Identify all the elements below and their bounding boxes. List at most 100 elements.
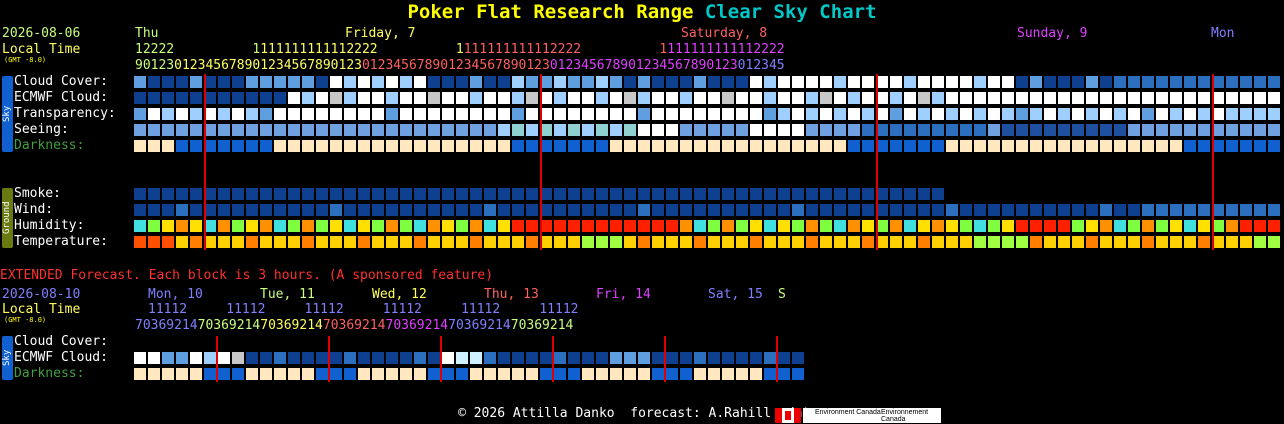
ext-darkness-block[interactable] bbox=[386, 368, 398, 380]
humidity-block[interactable] bbox=[218, 220, 230, 232]
wind-block[interactable] bbox=[666, 204, 678, 216]
darkness-block[interactable] bbox=[162, 140, 174, 152]
wind-block[interactable] bbox=[176, 204, 188, 216]
ecmwf-cloud-block[interactable] bbox=[638, 92, 650, 104]
ecmwf-cloud-block[interactable] bbox=[1044, 92, 1056, 104]
wind-block[interactable] bbox=[932, 204, 944, 216]
ext-ecmwf-block[interactable] bbox=[554, 352, 566, 364]
ext-darkness-block[interactable] bbox=[218, 368, 230, 380]
transparency-block[interactable] bbox=[722, 108, 734, 120]
humidity-block[interactable] bbox=[750, 220, 762, 232]
ext-ecmwf-block[interactable] bbox=[484, 352, 496, 364]
darkness-block[interactable] bbox=[414, 140, 426, 152]
smoke-block[interactable] bbox=[652, 188, 664, 200]
ext-ecmwf-block[interactable] bbox=[498, 352, 510, 364]
smoke-block[interactable] bbox=[274, 188, 286, 200]
cloud-cover-block[interactable] bbox=[946, 76, 958, 88]
ecmwf-cloud-block[interactable] bbox=[904, 92, 916, 104]
cloud-cover-block[interactable] bbox=[680, 76, 692, 88]
seeing-block[interactable] bbox=[498, 124, 510, 136]
seeing-block[interactable] bbox=[834, 124, 846, 136]
cloud-cover-block[interactable] bbox=[554, 76, 566, 88]
humidity-block[interactable] bbox=[372, 220, 384, 232]
transparency-block[interactable] bbox=[554, 108, 566, 120]
cloud-cover-block[interactable] bbox=[862, 76, 874, 88]
temperature-block[interactable] bbox=[414, 236, 426, 248]
ecmwf-cloud-block[interactable] bbox=[1128, 92, 1140, 104]
ecmwf-cloud-block[interactable] bbox=[316, 92, 328, 104]
wind-block[interactable] bbox=[974, 204, 986, 216]
cloud-cover-block[interactable] bbox=[806, 76, 818, 88]
wind-block[interactable] bbox=[610, 204, 622, 216]
ecmwf-cloud-block[interactable] bbox=[470, 92, 482, 104]
humidity-block[interactable] bbox=[1044, 220, 1056, 232]
temperature-block[interactable] bbox=[372, 236, 384, 248]
smoke-block[interactable] bbox=[666, 188, 678, 200]
temperature-block[interactable] bbox=[302, 236, 314, 248]
wind-block[interactable] bbox=[722, 204, 734, 216]
transparency-block[interactable] bbox=[526, 108, 538, 120]
transparency-block[interactable] bbox=[988, 108, 1000, 120]
smoke-block[interactable] bbox=[904, 188, 916, 200]
cloud-cover-block[interactable] bbox=[484, 76, 496, 88]
cloud-cover-block[interactable] bbox=[148, 76, 160, 88]
humidity-block[interactable] bbox=[1016, 220, 1028, 232]
temperature-block[interactable] bbox=[624, 236, 636, 248]
ext-ecmwf-block[interactable] bbox=[148, 352, 160, 364]
ecmwf-cloud-block[interactable] bbox=[596, 92, 608, 104]
ext-darkness-block[interactable] bbox=[414, 368, 426, 380]
temperature-block[interactable] bbox=[722, 236, 734, 248]
ext-ecmwf-block[interactable] bbox=[218, 352, 230, 364]
seeing-block[interactable] bbox=[792, 124, 804, 136]
humidity-block[interactable] bbox=[792, 220, 804, 232]
temperature-block[interactable] bbox=[862, 236, 874, 248]
cloud-cover-block[interactable] bbox=[666, 76, 678, 88]
wind-block[interactable] bbox=[820, 204, 832, 216]
ext-darkness-block[interactable] bbox=[456, 368, 468, 380]
humidity-block[interactable] bbox=[638, 220, 650, 232]
ecmwf-cloud-block[interactable] bbox=[918, 92, 930, 104]
cloud-cover-block[interactable] bbox=[792, 76, 804, 88]
smoke-block[interactable] bbox=[428, 188, 440, 200]
transparency-block[interactable] bbox=[232, 108, 244, 120]
ext-darkness-block[interactable] bbox=[316, 368, 328, 380]
temperature-block[interactable] bbox=[1226, 236, 1238, 248]
darkness-block[interactable] bbox=[946, 140, 958, 152]
ecmwf-cloud-block[interactable] bbox=[512, 92, 524, 104]
darkness-block[interactable] bbox=[1142, 140, 1154, 152]
humidity-block[interactable] bbox=[190, 220, 202, 232]
seeing-block[interactable] bbox=[1086, 124, 1098, 136]
humidity-block[interactable] bbox=[988, 220, 1000, 232]
ext-ecmwf-block[interactable] bbox=[302, 352, 314, 364]
humidity-block[interactable] bbox=[484, 220, 496, 232]
smoke-block[interactable] bbox=[708, 188, 720, 200]
seeing-block[interactable] bbox=[316, 124, 328, 136]
seeing-block[interactable] bbox=[526, 124, 538, 136]
smoke-block[interactable] bbox=[750, 188, 762, 200]
environment-canada-logo[interactable]: Environment Canada Environnement Canada bbox=[803, 408, 941, 423]
humidity-block[interactable] bbox=[176, 220, 188, 232]
transparency-block[interactable] bbox=[946, 108, 958, 120]
ext-ecmwf-block[interactable] bbox=[330, 352, 342, 364]
darkness-block[interactable] bbox=[1198, 140, 1210, 152]
smoke-block[interactable] bbox=[134, 188, 146, 200]
cloud-cover-block[interactable] bbox=[1240, 76, 1252, 88]
wind-block[interactable] bbox=[1156, 204, 1168, 216]
humidity-block[interactable] bbox=[1128, 220, 1140, 232]
seeing-block[interactable] bbox=[176, 124, 188, 136]
wind-block[interactable] bbox=[134, 204, 146, 216]
wind-block[interactable] bbox=[1254, 204, 1266, 216]
temperature-block[interactable] bbox=[806, 236, 818, 248]
ext-darkness-block[interactable] bbox=[134, 368, 146, 380]
humidity-block[interactable] bbox=[596, 220, 608, 232]
temperature-block[interactable] bbox=[1254, 236, 1266, 248]
darkness-block[interactable] bbox=[778, 140, 790, 152]
cloud-cover-block[interactable] bbox=[498, 76, 510, 88]
ext-ecmwf-block[interactable] bbox=[764, 352, 776, 364]
humidity-block[interactable] bbox=[610, 220, 622, 232]
temperature-block[interactable] bbox=[1156, 236, 1168, 248]
temperature-block[interactable] bbox=[1086, 236, 1098, 248]
wind-block[interactable] bbox=[1142, 204, 1154, 216]
cloud-cover-block[interactable] bbox=[344, 76, 356, 88]
seeing-block[interactable] bbox=[554, 124, 566, 136]
